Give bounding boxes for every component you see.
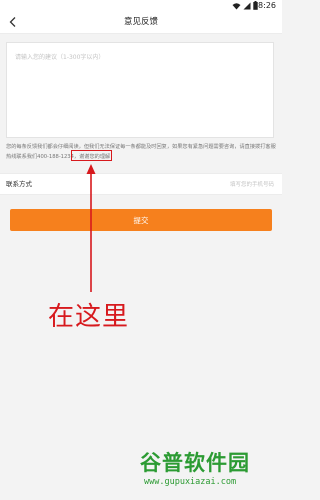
submit-button[interactable]: 提交 — [10, 209, 272, 231]
feedback-input[interactable] — [7, 43, 273, 137]
hotline-phone[interactable]: 400-188-1234 — [37, 154, 74, 160]
feedback-box — [6, 42, 274, 138]
status-icons — [232, 1, 258, 10]
contact-label: 联系方式 — [6, 180, 32, 188]
status-time: 8:26 — [258, 1, 276, 10]
annotation-label: 在这里 — [48, 302, 130, 332]
watermark-logo: 谷普软件园 — [140, 451, 250, 475]
nav-bar: 意见反馈 — [0, 11, 282, 34]
page-title: 意见反馈 — [123, 17, 158, 27]
watermark-url: www.gupuxiazai.com — [144, 477, 237, 487]
site-watermark: 谷普软件园 www.gupuxiazai.com — [140, 450, 278, 496]
contact-row: 联系方式 — [0, 173, 282, 195]
contact-input[interactable] — [132, 177, 276, 193]
wifi-icon — [232, 2, 241, 9]
feedback-notice: 您的每条反馈我们都会仔细阅读，但我们无法保证每一条都能及时回复，如果您有紧急问题… — [6, 144, 276, 160]
signal-icon — [243, 2, 251, 9]
status-bar: 8:26 — [0, 0, 282, 11]
highlight-box — [71, 150, 112, 161]
submit-label: 提交 — [133, 215, 149, 225]
